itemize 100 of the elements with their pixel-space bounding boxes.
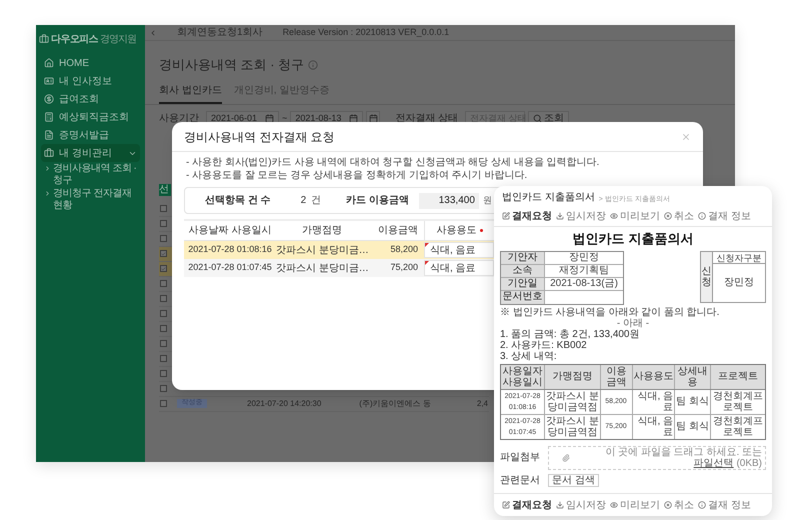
menu-icon [44, 130, 54, 140]
toolbar-button[interactable]: 미리보기 [620, 210, 660, 222]
drop-zone[interactable]: 이 곳에 파일을 드래그 하세요. 또는 파일선택 (0KB) [548, 446, 766, 470]
summary-label: 카드 이용금액 [346, 194, 409, 208]
info-icon [308, 60, 318, 70]
toolbar-button[interactable]: 미리보기 [620, 500, 660, 510]
approval-label: 신청 [701, 252, 713, 302]
detail-cell: 식대, 음료 [633, 414, 675, 438]
close-icon[interactable] [681, 132, 691, 142]
menu-icon [44, 94, 54, 104]
detail-header: 사용용도 [633, 364, 675, 388]
toolbar-button[interactable]: 취소 [674, 210, 694, 222]
file-select-link[interactable]: 파일선택 [694, 458, 734, 468]
toolbar-button[interactable]: 결재 정보 [708, 500, 751, 510]
sidebar-item[interactable]: HOME [41, 54, 140, 72]
modal-title: 경비사용내역 전자결재 요청 [184, 128, 335, 146]
select-button[interactable]: 선 [159, 184, 171, 196]
chevron-icon [44, 165, 51, 172]
row-checkbox[interactable] [160, 295, 167, 302]
sidebar-item[interactable]: 급여조회 [41, 90, 140, 108]
row-merchant: (주)키움이엔에스 동 [359, 398, 431, 410]
toolbar-icon [610, 501, 618, 509]
logo-text: 다우오피스 [51, 32, 98, 46]
row-checkbox[interactable] [160, 385, 167, 392]
info-label: 소속 [501, 264, 545, 276]
menu-icon [44, 58, 54, 68]
submenu-item[interactable]: 경비사용내역 조회 · 청구 [53, 163, 140, 187]
row-amount: 2,4 [476, 398, 488, 410]
sidebar-item[interactable]: 내 경비관리 [41, 144, 140, 162]
search-icon [533, 114, 542, 123]
paperclip-icon [562, 454, 570, 462]
row-checkbox[interactable] [160, 205, 167, 212]
collapse-icon[interactable] [149, 28, 157, 36]
toolbar-button[interactable]: 결재 정보 [708, 210, 751, 222]
row-checkbox[interactable] [160, 235, 167, 242]
toolbar-button[interactable]: 임시저장 [566, 500, 606, 510]
toolbar-icon [502, 501, 510, 509]
toolbar-icon [698, 212, 706, 220]
info-value: 재정기획팀 [558, 264, 610, 276]
purpose-field[interactable]: 식대, 음료 [424, 260, 494, 276]
sidebar-item[interactable]: 예상퇴직금조회 [41, 108, 140, 126]
row-checkbox[interactable] [160, 280, 167, 287]
toolbar-button[interactable]: 결재요청 [512, 500, 552, 510]
row-datetime: 2021-07-28 01:07:45 [187, 261, 273, 274]
logo-icon [39, 34, 49, 44]
column-header: 이용금액 [377, 224, 419, 238]
expense-row[interactable]: 2021-07-28 01:08:16 갓파스시 분당미금… 58,200 식대, 음료 [184, 241, 494, 259]
row-amount: 58,200 [389, 243, 419, 256]
detail-cell: 갓파스시 분당미금역점 [545, 390, 601, 414]
menu-label: 내 인사정보 [59, 74, 113, 88]
column-header: 사용날짜 사용일시 [188, 224, 272, 238]
summary-unit: 건 [311, 194, 322, 208]
column-header: 가맹점명 [301, 224, 343, 238]
row-checkbox[interactable] [160, 310, 167, 317]
row-checkbox[interactable] [160, 340, 167, 347]
menu-icon [44, 76, 54, 86]
toolbar-button[interactable]: 결재요청 [512, 210, 552, 222]
toolbar-icon [556, 501, 564, 509]
row-checkbox[interactable] [160, 265, 167, 272]
drop-hint: 이 곳에 파일을 드래그 하세요. 또는 파일선택 (0KB) [604, 446, 762, 468]
detail-header: 사용일자 사용일시 [501, 364, 545, 388]
info-label: 기안자 [501, 252, 545, 264]
logo-subtitle: 경영지원 [100, 32, 136, 46]
row-checkbox[interactable] [160, 325, 167, 332]
detail-cell-text: 경천회계프로젝트 [712, 414, 764, 438]
document-line: 3. 상세 내역: [500, 350, 558, 362]
document-search-button[interactable]: 문서 검색 [548, 474, 599, 486]
submenu-item[interactable]: 경비청구 전자결재 현황 [53, 188, 140, 212]
detail-cell-text: 경천회계프로젝트 [712, 390, 764, 414]
filter-label: 사용기간 [159, 112, 199, 126]
below-label: - 아래 - [616, 318, 650, 328]
row-checkbox[interactable] [160, 370, 167, 377]
document-line: 1. 품의 금액: 총 2건, 133,400원 [500, 328, 640, 340]
toolbar-button[interactable]: 취소 [674, 500, 694, 510]
row-datetime: 2021-07-20 14:20:30 [247, 398, 322, 410]
detail-cell: 갓파스시 분당미금역점 [545, 414, 601, 438]
document-line: 2. 사용카드: KB002 [500, 340, 588, 350]
row-checkbox[interactable] [160, 250, 167, 257]
row-merchant: 갓파스시 분당미금… [276, 244, 368, 258]
attach-label: 파일첨부 [500, 451, 541, 465]
sidebar-item[interactable]: 증명서발급 [41, 126, 140, 144]
expense-row[interactable]: 2021-07-28 01:07:45 갓파스시 분당미금… 75,200 식대, 음료 [184, 259, 494, 277]
chevron-icon [44, 190, 51, 197]
row-checkbox[interactable] [160, 400, 167, 407]
summary-unit: 원 [482, 194, 492, 207]
filter-label: 전자결재 상태 [395, 112, 458, 126]
detail-cell: 팀 회식 [675, 414, 711, 438]
row-checkbox[interactable] [160, 220, 167, 227]
purpose-field[interactable]: 식대, 음료 [424, 242, 494, 258]
approval-role: 신청자구분 [713, 252, 765, 264]
row-checkbox[interactable] [160, 355, 167, 362]
detail-header: 프로젝트 [717, 370, 759, 384]
menu-label: 내 경비관리 [59, 146, 113, 160]
toolbar-button[interactable]: 임시저장 [566, 210, 606, 222]
notice-text: - 사용용도를 잘 모르는 경우 상세내용을 정확하게 기입하여 주시기 바랍니다. [186, 169, 528, 182]
company-name: 회계연동요청1회사 [177, 26, 263, 40]
sidebar-item[interactable]: 내 인사정보 [41, 72, 140, 90]
menu-label: HOME [59, 56, 90, 70]
row-datetime: 2021-07-28 01:08:16 [187, 243, 273, 256]
tab[interactable]: 회사 법인카드 [159, 82, 222, 104]
